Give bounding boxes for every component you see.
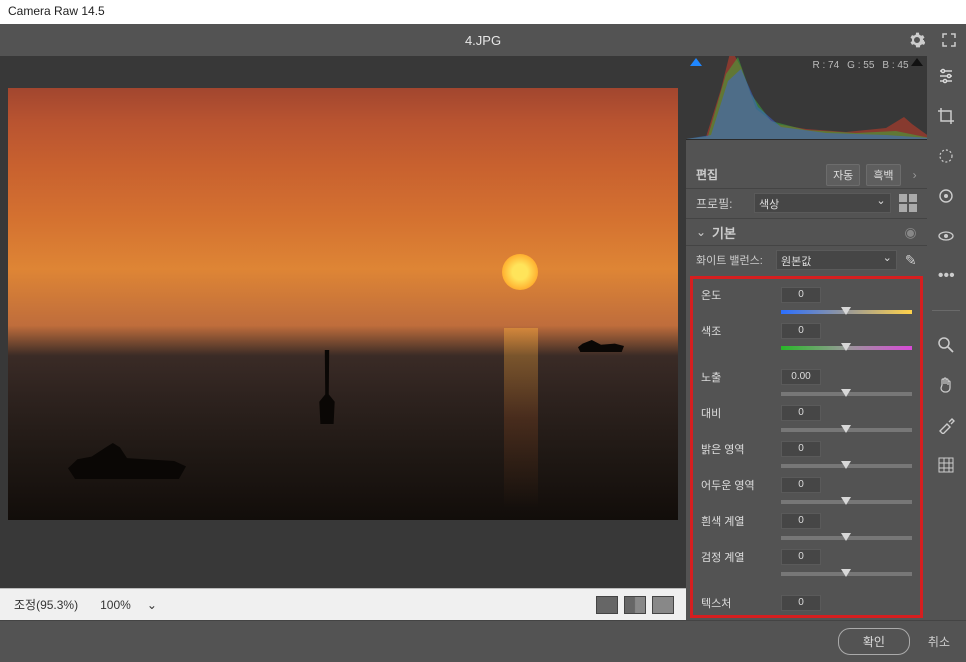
- exposure-value[interactable]: 0.00: [781, 369, 821, 385]
- blacks-value[interactable]: 0: [781, 549, 821, 565]
- app-frame: 4.JPG 조정(95.3%) 100%: [0, 24, 966, 662]
- footer: 확인 취소: [0, 620, 966, 662]
- hand-icon[interactable]: [934, 373, 958, 397]
- exposure-slider[interactable]: 노출 0.00: [695, 365, 918, 389]
- image-viewer[interactable]: [0, 56, 686, 588]
- blacks-slider[interactable]: 검정 계열 0: [695, 545, 918, 569]
- edit-header: 편집 자동 흑백 ›: [686, 162, 927, 189]
- grid-icon[interactable]: [934, 453, 958, 477]
- contrast-value[interactable]: 0: [781, 405, 821, 421]
- tint-label: 색조: [701, 323, 775, 339]
- redeye-icon[interactable]: [934, 224, 958, 248]
- view-mode-compare-icon[interactable]: [624, 596, 646, 614]
- exposure-track[interactable]: [781, 392, 912, 396]
- wb-label: 화이트 밸런스:: [696, 252, 768, 268]
- crop-icon[interactable]: [934, 104, 958, 128]
- view-mode-single-icon[interactable]: [596, 596, 618, 614]
- highlights-track[interactable]: [781, 464, 912, 468]
- edit-panel: R : 74 G : 55 B : 45 편집 자동 흑백 › 프로필:: [686, 56, 927, 620]
- slider-thumb[interactable]: [841, 461, 851, 469]
- edit-sliders-icon[interactable]: [934, 64, 958, 88]
- eyedropper-icon[interactable]: ✎: [905, 252, 917, 269]
- blacks-track[interactable]: [781, 572, 912, 576]
- visibility-eye-icon[interactable]: ◉: [904, 224, 916, 241]
- chevron-right-icon[interactable]: ›: [913, 168, 917, 182]
- basic-section-header[interactable]: ⌄ 기본 ◉: [686, 219, 927, 246]
- whites-slider[interactable]: 흰색 계열 0: [695, 509, 918, 533]
- slider-thumb[interactable]: [841, 569, 851, 577]
- preview-image: [8, 88, 678, 520]
- temperature-value[interactable]: 0: [781, 287, 821, 303]
- panel-gap: [686, 140, 927, 162]
- profile-browser-icon[interactable]: [899, 194, 917, 212]
- temperature-track[interactable]: [781, 310, 912, 314]
- shadows-slider[interactable]: 어두운 영역 0: [695, 473, 918, 497]
- temperature-slider[interactable]: 온도 0: [695, 283, 918, 307]
- highlights-value[interactable]: 0: [781, 441, 821, 457]
- texture-value[interactable]: 0: [781, 595, 821, 611]
- shadows-track[interactable]: [781, 500, 912, 504]
- wb-select[interactable]: 원본값: [776, 250, 897, 270]
- blacks-label: 검정 계열: [701, 549, 775, 565]
- shadows-value[interactable]: 0: [781, 477, 821, 493]
- window-title: Camera Raw 14.5: [8, 4, 105, 18]
- shadows-label: 어두운 영역: [701, 477, 775, 493]
- edit-label: 편집: [696, 166, 820, 183]
- view-mode-grid-icon[interactable]: [652, 596, 674, 614]
- slider-thumb[interactable]: [841, 425, 851, 433]
- filename-label: 4.JPG: [465, 33, 501, 48]
- zoom-dropdown-icon[interactable]: ⌄: [147, 598, 157, 612]
- slider-thumb[interactable]: [841, 497, 851, 505]
- highlights-slider[interactable]: 밝은 영역 0: [695, 437, 918, 461]
- status-bar: 조정(95.3%) 100% ⌄: [0, 588, 686, 620]
- slider-thumb[interactable]: [841, 533, 851, 541]
- image-column: 조정(95.3%) 100% ⌄: [0, 56, 686, 620]
- topbar: 4.JPG: [0, 24, 966, 56]
- tool-column: •••: [927, 56, 966, 620]
- contrast-track[interactable]: [781, 428, 912, 432]
- zoom-icon[interactable]: [934, 333, 958, 357]
- bw-button[interactable]: 흑백: [866, 164, 900, 186]
- highlights-label: 밝은 영역: [701, 441, 775, 457]
- whites-label: 흰색 계열: [701, 513, 775, 529]
- histogram[interactable]: R : 74 G : 55 B : 45: [686, 56, 927, 140]
- whites-value[interactable]: 0: [781, 513, 821, 529]
- window-titlebar: Camera Raw 14.5: [0, 0, 966, 24]
- heal-icon[interactable]: [934, 144, 958, 168]
- texture-label: 텍스처: [701, 595, 775, 611]
- white-balance-row: 화이트 밸런스: 원본값 ✎: [686, 246, 927, 274]
- auto-button[interactable]: 자동: [826, 164, 860, 186]
- tint-track[interactable]: [781, 346, 912, 350]
- slider-thumb[interactable]: [841, 307, 851, 315]
- basic-label: 기본: [712, 223, 898, 242]
- tint-value[interactable]: 0: [781, 323, 821, 339]
- profile-label: 프로필:: [696, 195, 746, 212]
- texture-slider[interactable]: 텍스처 0: [695, 591, 918, 615]
- sampler-icon[interactable]: [934, 413, 958, 437]
- whites-track[interactable]: [781, 536, 912, 540]
- status-text: 조정(95.3%): [8, 594, 84, 615]
- exposure-label: 노출: [701, 369, 775, 385]
- chevron-down-icon: ⌄: [696, 225, 706, 239]
- temperature-label: 온도: [701, 287, 775, 303]
- highlighted-adjustments: 온도 0 색조 0 노출 0.00: [690, 276, 923, 618]
- slider-thumb[interactable]: [841, 343, 851, 351]
- mask-icon[interactable]: [934, 184, 958, 208]
- zoom-level[interactable]: 100%: [94, 596, 137, 614]
- fullscreen-icon[interactable]: [940, 31, 958, 49]
- tint-slider[interactable]: 색조 0: [695, 319, 918, 343]
- main-area: 조정(95.3%) 100% ⌄ R : 74 G : 55 B : 45: [0, 56, 966, 620]
- profile-select[interactable]: 색상: [754, 193, 891, 213]
- contrast-slider[interactable]: 대비 0: [695, 401, 918, 425]
- presets-icon[interactable]: •••: [934, 264, 958, 288]
- slider-thumb[interactable]: [841, 389, 851, 397]
- profile-row: 프로필: 색상: [686, 189, 927, 219]
- settings-gear-icon[interactable]: [908, 31, 926, 49]
- cancel-button[interactable]: 취소: [928, 633, 950, 650]
- contrast-label: 대비: [701, 405, 775, 421]
- ok-button[interactable]: 확인: [838, 628, 910, 655]
